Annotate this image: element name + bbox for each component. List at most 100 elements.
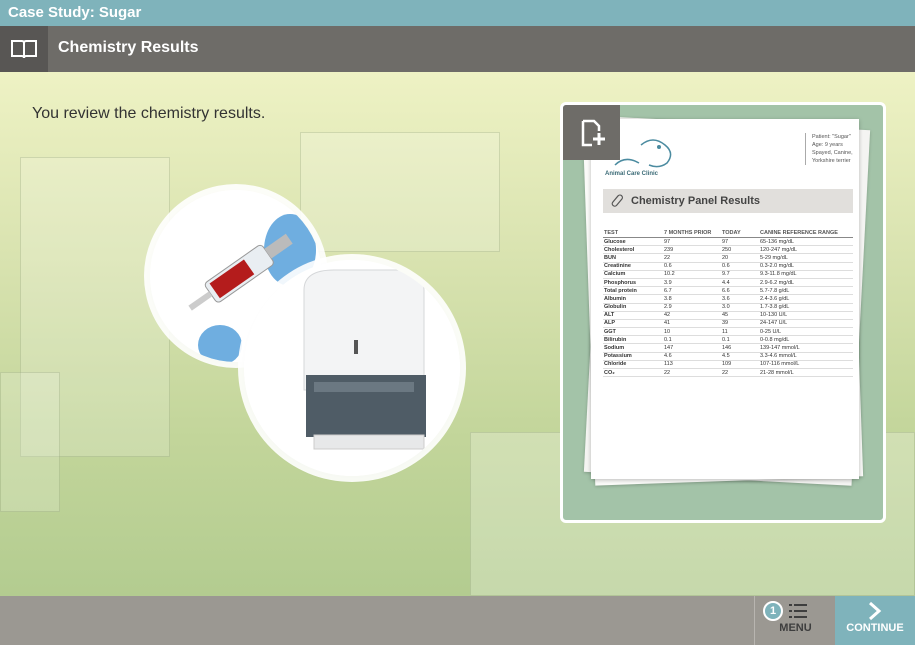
- main-stage: You review the chemistry results. Animal…: [0, 72, 915, 596]
- section-title: Chemistry Results: [58, 39, 199, 56]
- book-icon[interactable]: [0, 26, 48, 72]
- table-cell: 22: [663, 368, 721, 378]
- table-row: Creatinine 0.6 0.6 0.3-2.0 mg/dL: [603, 262, 853, 271]
- document-card[interactable]: Animal Care Clinic Patient: "Sugar" Age:…: [560, 102, 886, 523]
- table-cell: Creatinine: [603, 262, 663, 271]
- table-cell: Bilirubin: [603, 335, 663, 345]
- table-cell: 42: [663, 311, 721, 320]
- table-cell: 109: [721, 360, 759, 370]
- column-header: TEST: [603, 229, 663, 238]
- table-cell: 2.9-6.2 mg/dL: [759, 278, 853, 288]
- instruction-text: You review the chemistry results.: [32, 105, 266, 122]
- table-cell: 4.4: [721, 278, 759, 288]
- column-header: CANINE REFERENCE RANGE: [759, 229, 853, 238]
- table-row: CO₂ 22 22 21-28 mmol/L: [603, 368, 853, 378]
- table-cell: 10: [663, 327, 721, 337]
- menu-label: MENU: [779, 622, 812, 634]
- table-row: BUN 22 20 5-29 mg/dL: [603, 253, 853, 263]
- table-row: Bilirubin 0.1 0.1 0-0.8 mg/dL: [603, 335, 853, 345]
- table-cell: 41: [663, 319, 721, 329]
- patient-name: Patient: "Sugar": [812, 134, 851, 140]
- chemistry-panel-document: Animal Care Clinic Patient: "Sugar" Age:…: [591, 119, 859, 479]
- patient-sex: Spayed, Canine,: [812, 150, 853, 156]
- table-cell: 107-116 mmol/L: [759, 360, 853, 370]
- table-cell: Calcium: [603, 270, 663, 279]
- list-icon: [789, 604, 807, 618]
- table-cell: 0.6: [721, 262, 759, 271]
- expand-document-button[interactable]: [563, 105, 620, 160]
- table-row: Albumin 3.8 3.6 2.4-3.6 g/dL: [603, 294, 853, 304]
- table-cell: 24-147 U/L: [759, 319, 853, 329]
- table-row: Total protein 6.7 6.6 5.7-7.8 g/dL: [603, 286, 853, 296]
- table-cell: 21-28 mmol/L: [759, 368, 853, 378]
- table-cell: Total protein: [603, 286, 663, 296]
- table-cell: 1.7-3.8 g/dL: [759, 303, 853, 312]
- table-cell: 139-147 mmol/L: [759, 343, 853, 353]
- table-cell: 5-29 mg/dL: [759, 253, 853, 263]
- chevron-right-icon: [869, 601, 882, 621]
- table-cell: 0-0.8 mg/dL: [759, 335, 853, 345]
- table-cell: Cholesterol: [603, 245, 663, 255]
- table-row: Sodium 147 146 139-147 mmol/L: [603, 343, 853, 353]
- continue-button[interactable]: CONTINUE: [835, 596, 915, 645]
- table-row: Calcium 10.2 9.7 9.3-11.8 mg/dL: [603, 270, 853, 279]
- table-row: Globulin 2.9 3.0 1.7-3.8 g/dL: [603, 303, 853, 312]
- table-cell: 0-25 U/L: [759, 327, 853, 337]
- bottom-toolbar: 1 MENU CONTINUE: [0, 596, 915, 645]
- table-cell: 45: [721, 311, 759, 320]
- table-cell: GGT: [603, 327, 663, 337]
- table-row: GGT 10 11 0-25 U/L: [603, 327, 853, 337]
- table-cell: 2.4-3.6 g/dL: [759, 294, 853, 304]
- table-cell: 4.5: [721, 352, 759, 361]
- column-header: 7 MONTHS PRIOR: [663, 229, 721, 238]
- table-row: Potassium 4.6 4.5 3.3-4.6 mmol/L: [603, 352, 853, 361]
- table-cell: 239: [663, 245, 721, 255]
- table-cell: 3.9: [663, 278, 721, 288]
- table-cell: 9.3-11.8 mg/dL: [759, 270, 853, 279]
- continue-label: CONTINUE: [846, 622, 904, 634]
- results-table: TEST 7 MONTHS PRIOR TODAY CANINE REFEREN…: [603, 229, 853, 378]
- menu-button[interactable]: 1 MENU: [754, 596, 835, 645]
- table-cell: 147: [663, 343, 721, 353]
- patient-breed: Yorkshire terrier: [812, 158, 851, 164]
- section-header: Chemistry Results: [0, 26, 915, 72]
- analyzer-image: [244, 260, 460, 476]
- table-cell: Phosphorus: [603, 278, 663, 288]
- table-cell: 11: [721, 327, 759, 337]
- column-header: TODAY: [721, 229, 759, 238]
- table-cell: Globulin: [603, 303, 663, 312]
- clinic-name: Animal Care Clinic: [605, 171, 659, 177]
- table-cell: 3.0: [721, 303, 759, 312]
- menu-badge: 1: [763, 601, 783, 621]
- patient-info: Patient: "Sugar" Age: 9 years Spayed, Ca…: [805, 133, 853, 165]
- table-cell: Sodium: [603, 343, 663, 353]
- patient-age: Age: 9 years: [812, 142, 843, 148]
- table-cell: 6.6: [721, 286, 759, 296]
- table-cell: Potassium: [603, 352, 663, 361]
- table-cell: 97: [721, 237, 759, 247]
- panel-header: Chemistry Panel Results: [603, 189, 853, 213]
- table-cell: 10.2: [663, 270, 721, 279]
- table-cell: 9.7: [721, 270, 759, 279]
- table-row: ALP 41 39 24-147 U/L: [603, 319, 853, 329]
- table-row: Phosphorus 3.9 4.4 2.9-6.2 mg/dL: [603, 278, 853, 288]
- app-title: Case Study: Sugar: [0, 0, 915, 26]
- table-cell: 4.6: [663, 352, 721, 361]
- table-cell: 3.6: [721, 294, 759, 304]
- table-cell: 250: [721, 245, 759, 255]
- table-cell: 2.9: [663, 303, 721, 312]
- background-equipment: [0, 372, 60, 512]
- panel-title: Chemistry Panel Results: [631, 195, 760, 207]
- table-row: Glucose 97 97 65-136 mg/dL: [603, 237, 853, 247]
- table-row: ALT 42 45 10-130 U/L: [603, 311, 853, 320]
- background-monitor: [300, 132, 500, 252]
- table-cell: 10-130 U/L: [759, 311, 853, 320]
- table-cell: 120-247 mg/dL: [759, 245, 853, 255]
- table-cell: 0.1: [721, 335, 759, 345]
- table-header-row: TEST 7 MONTHS PRIOR TODAY CANINE REFEREN…: [603, 229, 853, 238]
- table-cell: 146: [721, 343, 759, 353]
- table-row: Cholesterol 239 250 120-247 mg/dL: [603, 245, 853, 255]
- table-cell: 22: [663, 253, 721, 263]
- table-cell: BUN: [603, 253, 663, 263]
- table-cell: ALP: [603, 319, 663, 329]
